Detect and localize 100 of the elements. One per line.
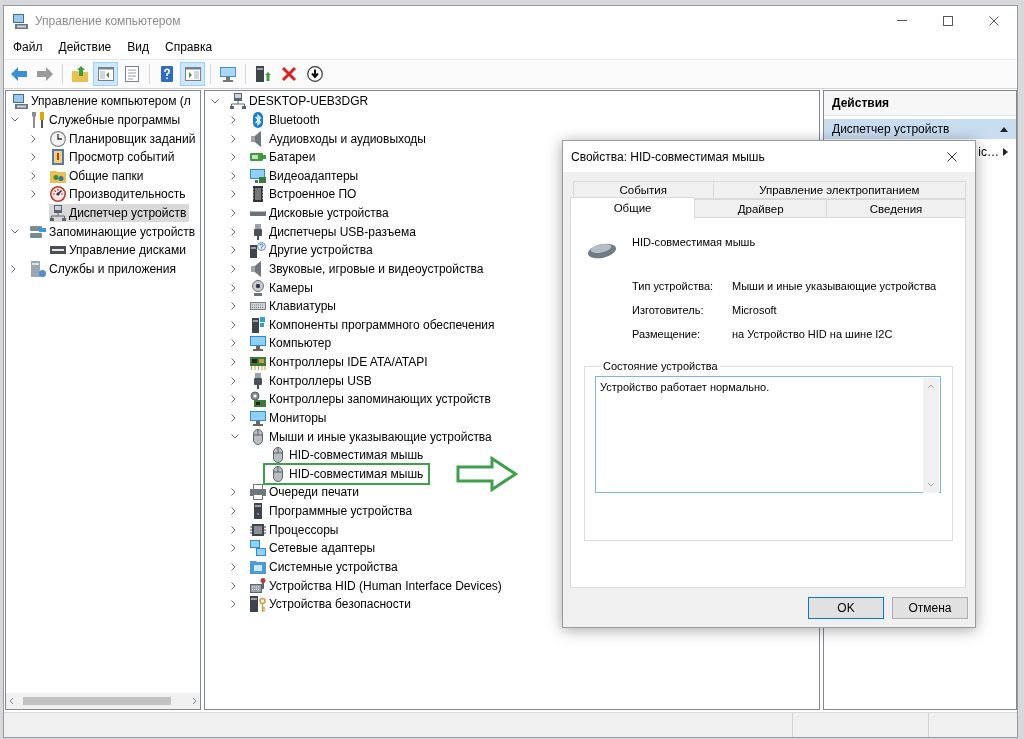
- tree-item[interactable]: HID-совместимая мышь: [263, 462, 431, 485]
- chevron-right-icon[interactable]: [231, 525, 236, 534]
- arrow-left-icon: [10, 66, 27, 82]
- tree-item[interactable]: Камеры: [249, 278, 316, 297]
- tree-item[interactable]: Мониторы: [249, 408, 330, 427]
- chevron-right-icon[interactable]: [231, 581, 236, 590]
- tree-item[interactable]: Просмотр событий: [49, 148, 178, 167]
- chevron-right-icon[interactable]: [231, 246, 236, 255]
- tree-item[interactable]: Устройства безопасности: [249, 595, 414, 614]
- chevron-right-icon[interactable]: [31, 190, 36, 199]
- tree-item[interactable]: Службы и приложения: [29, 259, 179, 278]
- chevron-right-icon[interactable]: [231, 413, 236, 422]
- chevron-right-icon[interactable]: [231, 115, 236, 124]
- bluetooth-icon: [250, 111, 266, 128]
- chevron-right-icon[interactable]: [231, 544, 236, 553]
- tree-item[interactable]: Мыши и иные указывающие устройства: [249, 427, 495, 446]
- tree-item[interactable]: Сетевые адаптеры: [249, 539, 379, 558]
- tab[interactable]: Общие: [570, 197, 696, 219]
- chevron-right-icon[interactable]: [231, 171, 236, 180]
- chevron-right-icon[interactable]: [231, 302, 236, 311]
- tree-item[interactable]: Видеоадаптеры: [249, 166, 362, 185]
- monitor-icon: [219, 66, 236, 82]
- tab[interactable]: События: [573, 181, 714, 199]
- tower-key-icon: [250, 596, 266, 613]
- tree-item[interactable]: Контроллеры IDE ATA/ATAPI: [249, 353, 431, 372]
- chevron-right-icon[interactable]: [231, 209, 236, 218]
- window-panes-icon: [184, 66, 201, 82]
- chevron-right-icon[interactable]: [231, 264, 236, 273]
- tree-item[interactable]: Диспетчер устройств: [49, 204, 190, 223]
- chevron-down-icon[interactable]: [11, 117, 19, 123]
- horizontal-scrollbar[interactable]: [6, 693, 200, 709]
- tree-item[interactable]: Общие папки: [49, 166, 147, 185]
- chevron-right-icon[interactable]: [231, 320, 236, 329]
- chevron-right-icon[interactable]: [231, 339, 236, 348]
- chevron-right-icon[interactable]: [231, 488, 236, 497]
- chevron-right-icon[interactable]: [231, 134, 236, 143]
- tree-item[interactable]: DESKTOP-UEB3DGR: [229, 92, 372, 111]
- menu-item[interactable]: Действие: [50, 38, 120, 56]
- chevron-right-icon[interactable]: [231, 562, 236, 571]
- action-item[interactable]: ic…: [824, 142, 1016, 162]
- menu-item[interactable]: Файл: [5, 38, 51, 56]
- vertical-scrollbar[interactable]: [923, 378, 939, 493]
- tree-item[interactable]: Компоненты программного обеспечения: [249, 315, 498, 334]
- tree-item[interactable]: Программные устройства: [249, 502, 416, 521]
- chevron-right-icon[interactable]: [231, 227, 236, 236]
- chevron-right-icon[interactable]: [231, 283, 236, 292]
- window-title: Управление компьютером: [35, 13, 181, 28]
- chevron-right-icon[interactable]: [231, 376, 236, 385]
- chip-icon: [250, 186, 266, 203]
- tree-item[interactable]: Компьютер: [249, 334, 335, 353]
- menu-item[interactable]: Справка: [157, 38, 221, 56]
- chevron-right-icon[interactable]: [231, 190, 236, 199]
- chevron-right-icon[interactable]: [231, 600, 236, 609]
- tree-item[interactable]: Другие устройства: [249, 241, 376, 260]
- mouse-icon: [250, 428, 266, 445]
- tree-item[interactable]: Клавиатуры: [249, 297, 339, 316]
- tree-item[interactable]: Дисковые устройства: [249, 204, 392, 223]
- chevron-right-icon[interactable]: [31, 153, 36, 162]
- tree-item[interactable]: Системные устройства: [249, 557, 401, 576]
- tree-item[interactable]: Звуковые, игровые и видеоустройства: [249, 259, 487, 278]
- tree-item[interactable]: HID-совместимая мышь: [269, 446, 427, 465]
- chevron-right-icon[interactable]: [231, 153, 236, 162]
- tree-item[interactable]: Устройства HID (Human Interface Devices): [249, 576, 505, 595]
- tab[interactable]: Управление электропитанием: [712, 181, 966, 199]
- unknown-device-icon: [250, 242, 266, 259]
- actions-section-header[interactable]: Диспетчер устройств: [824, 119, 1016, 139]
- dialog-button[interactable]: OK: [808, 597, 884, 619]
- chevron-right-icon[interactable]: [231, 395, 236, 404]
- chevron-right-icon[interactable]: [231, 507, 236, 516]
- actions-title: Действия: [824, 91, 1016, 116]
- tree-item[interactable]: Bluetooth: [249, 110, 323, 129]
- tree-item[interactable]: Процессоры: [249, 520, 342, 539]
- tree-item[interactable]: Батареи: [249, 148, 319, 167]
- tree-item[interactable]: Управление дисками: [49, 241, 189, 260]
- tree-item[interactable]: Производительность: [49, 185, 189, 204]
- status-text-field[interactable]: Устройство работает нормально.: [595, 376, 941, 493]
- chevron-right-icon[interactable]: [31, 171, 36, 180]
- webcam-icon: [250, 279, 266, 296]
- tree-item[interactable]: Контроллеры запоминающих устройств: [249, 390, 494, 409]
- tree-item[interactable]: Управление компьютером (л: [11, 92, 194, 111]
- dialog-title: Свойства: HID-совместимая мышь: [571, 149, 765, 164]
- clock-icon: [50, 130, 66, 147]
- chevron-down-icon[interactable]: [11, 229, 19, 235]
- tree-item[interactable]: Служебные программы: [29, 110, 184, 129]
- chevron-down-icon[interactable]: [211, 98, 219, 104]
- tree-item[interactable]: Планировщик заданий: [49, 129, 199, 148]
- dialog-button[interactable]: Отмена: [892, 597, 968, 619]
- tree-item[interactable]: Аудиовходы и аудиовыходы: [249, 129, 429, 148]
- menu-item[interactable]: Вид: [119, 38, 157, 56]
- tree-item[interactable]: Контроллеры USB: [249, 371, 375, 390]
- tree-item[interactable]: Встроенное ПО: [249, 185, 360, 204]
- close-icon: [947, 151, 957, 162]
- chevron-down-icon[interactable]: [231, 434, 239, 440]
- tree-item[interactable]: Очереди печати: [249, 483, 363, 502]
- tree-item[interactable]: Запоминающие устройств: [29, 222, 199, 241]
- tree-item[interactable]: Диспетчеры USB-разъема: [249, 222, 419, 241]
- chevron-right-icon[interactable]: [231, 358, 236, 367]
- tower-arrow-icon: [254, 66, 271, 82]
- chevron-right-icon[interactable]: [11, 264, 16, 273]
- chevron-right-icon[interactable]: [31, 134, 36, 143]
